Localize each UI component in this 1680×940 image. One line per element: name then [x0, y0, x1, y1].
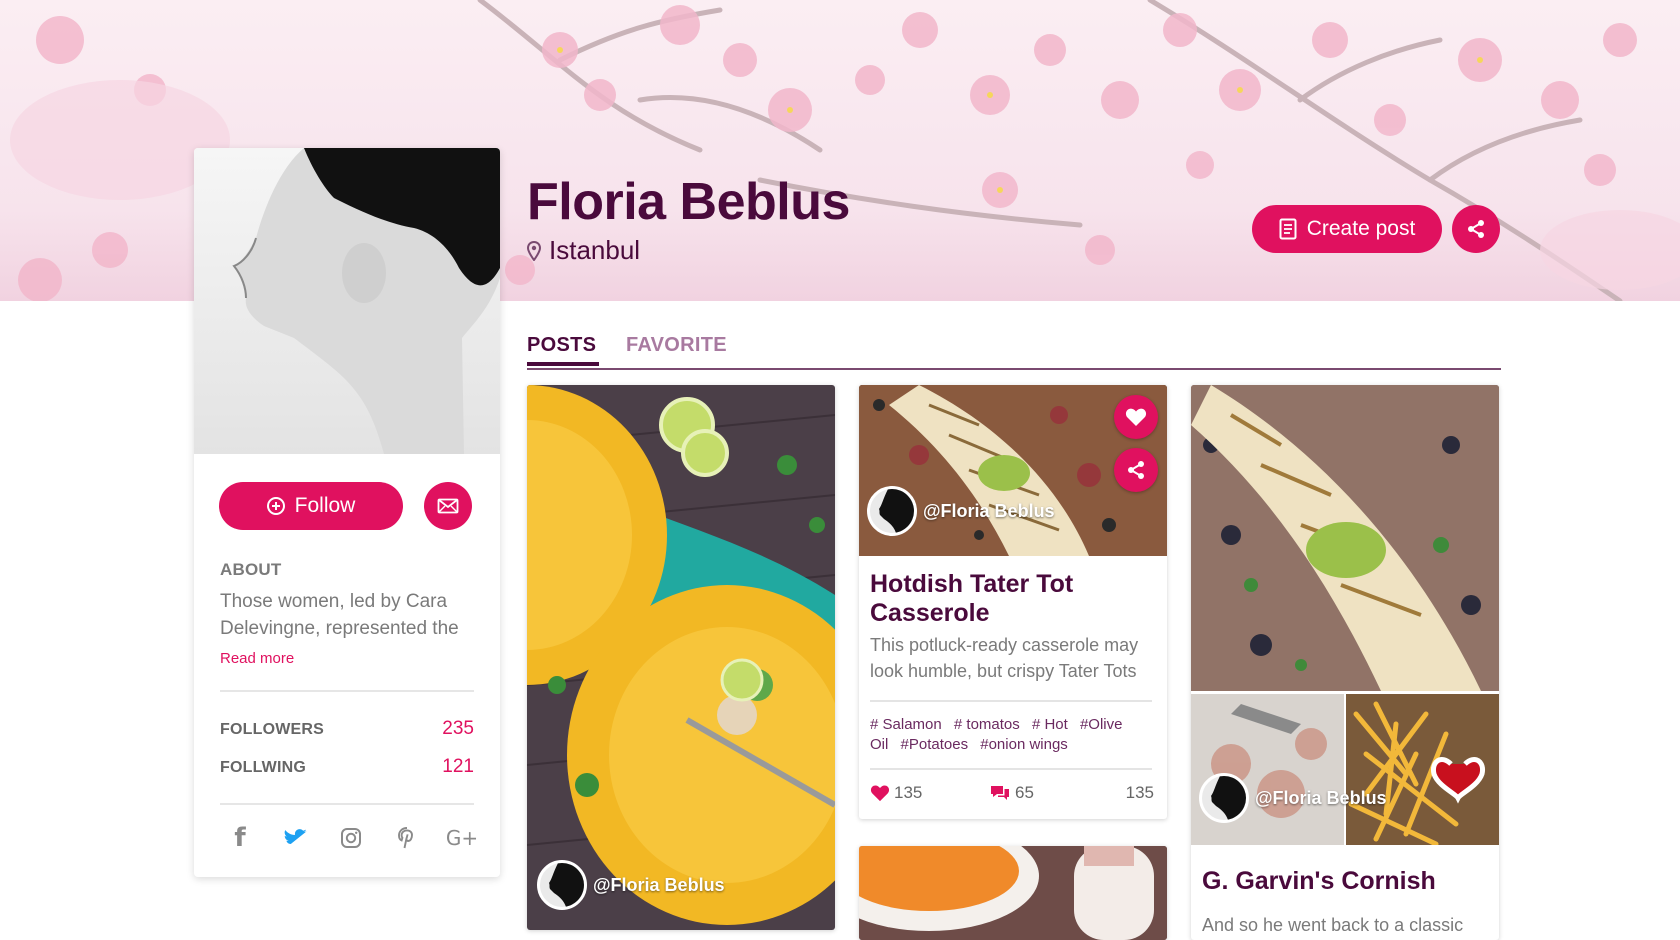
tag[interactable]: # Hot	[1032, 716, 1068, 733]
divider	[870, 700, 1152, 702]
post-card[interactable]: @Floria Beblus Hotdish Tater Tot Cassero…	[859, 385, 1167, 819]
create-post-button[interactable]: Create post	[1252, 205, 1442, 253]
tab-posts[interactable]: POSTS	[527, 334, 600, 366]
post-image	[1191, 385, 1499, 691]
follow-button[interactable]: Follow	[219, 482, 403, 530]
post-author[interactable]: @Floria Beblus	[1199, 773, 1387, 823]
instagram-icon[interactable]	[331, 818, 371, 858]
tab-favorite[interactable]: FAVORITE	[626, 334, 727, 357]
post-image	[527, 385, 835, 930]
post-tags: # Salamon # tomatos # Hot #Olive Oil #Po…	[870, 715, 1152, 755]
author-avatar	[867, 486, 917, 536]
plus-circle-icon	[266, 497, 285, 515]
like-button[interactable]	[1114, 395, 1158, 439]
share-icon	[1128, 461, 1144, 479]
post-description: This potluck-ready casserole may look hu…	[870, 635, 1139, 681]
read-more-link[interactable]: Read more	[220, 650, 294, 667]
facebook-icon[interactable]: f	[220, 818, 260, 858]
post-title[interactable]: G. Garvin's Cornish	[1202, 867, 1492, 896]
pinterest-icon[interactable]	[387, 818, 427, 858]
post-author[interactable]: @Floria Beblus	[537, 860, 725, 910]
tag[interactable]: #onion wings	[980, 736, 1068, 753]
portrait-illustration	[232, 148, 500, 454]
comments-metric[interactable]: 65	[989, 783, 1034, 803]
divider	[870, 768, 1152, 770]
tag[interactable]: # Salamon	[870, 716, 942, 733]
followers-label: FOLLOWERS	[220, 721, 325, 738]
divider	[220, 690, 474, 692]
twitter-icon[interactable]	[276, 818, 316, 858]
profile-card: Follow ABOUT Those women, led by Cara De…	[194, 148, 500, 877]
create-post-label: Create post	[1306, 217, 1416, 240]
following-label: FOLLWING	[220, 759, 307, 776]
profile-photo	[194, 148, 500, 454]
views-metric: 135	[1126, 783, 1154, 803]
about-heading: ABOUT	[220, 560, 282, 579]
share-post-button[interactable]	[1114, 448, 1158, 492]
post-description: And so he went back to a classic	[1202, 915, 1464, 935]
content-tabs: POSTS FAVORITE	[527, 332, 1501, 370]
share-icon	[1468, 220, 1484, 238]
post-card[interactable]: @Floria Beblus G. Garvin's Cornish And s…	[1191, 385, 1499, 940]
tag[interactable]: #Potatoes	[901, 736, 969, 753]
location-text: Istanbul	[549, 235, 641, 265]
post-author[interactable]: @Floria Beblus	[867, 486, 1055, 536]
tag[interactable]: # tomatos	[954, 716, 1020, 733]
likes-metric[interactable]: 135	[870, 783, 922, 803]
google-plus-icon[interactable]: G+	[442, 818, 482, 858]
post-image	[859, 846, 1167, 940]
location-pin-icon	[527, 240, 541, 261]
followers-count[interactable]: 235	[442, 718, 474, 740]
following-count[interactable]: 121	[442, 756, 474, 778]
author-name: @Floria Beblus	[1255, 787, 1387, 808]
about-text: Those women, led by Cara Delevingne, rep…	[220, 591, 459, 639]
heart-icon	[1125, 408, 1147, 426]
views-count: 135	[1125, 783, 1154, 802]
divider	[220, 803, 474, 805]
post-title[interactable]: Hotdish Tater Tot Casserole	[870, 570, 1160, 628]
share-profile-button[interactable]	[1452, 205, 1500, 253]
mail-icon	[437, 498, 459, 514]
author-avatar	[537, 860, 587, 910]
post-card[interactable]	[859, 846, 1167, 940]
comments-icon	[991, 786, 1009, 800]
profile-location: Istanbul	[527, 235, 640, 266]
comments-count: 65	[1015, 783, 1034, 802]
author-name: @Floria Beblus	[923, 500, 1055, 521]
likes-count: 135	[894, 783, 923, 802]
message-button[interactable]	[424, 482, 472, 530]
follow-label: Follow	[294, 494, 356, 517]
social-links: f G+	[220, 818, 482, 858]
heart-icon	[870, 785, 890, 802]
author-avatar	[1199, 773, 1249, 823]
document-icon	[1279, 218, 1297, 240]
author-name: @Floria Beblus	[593, 874, 725, 895]
profile-name: Floria Beblus	[527, 173, 850, 231]
post-card[interactable]: @Floria Beblus	[527, 385, 835, 930]
